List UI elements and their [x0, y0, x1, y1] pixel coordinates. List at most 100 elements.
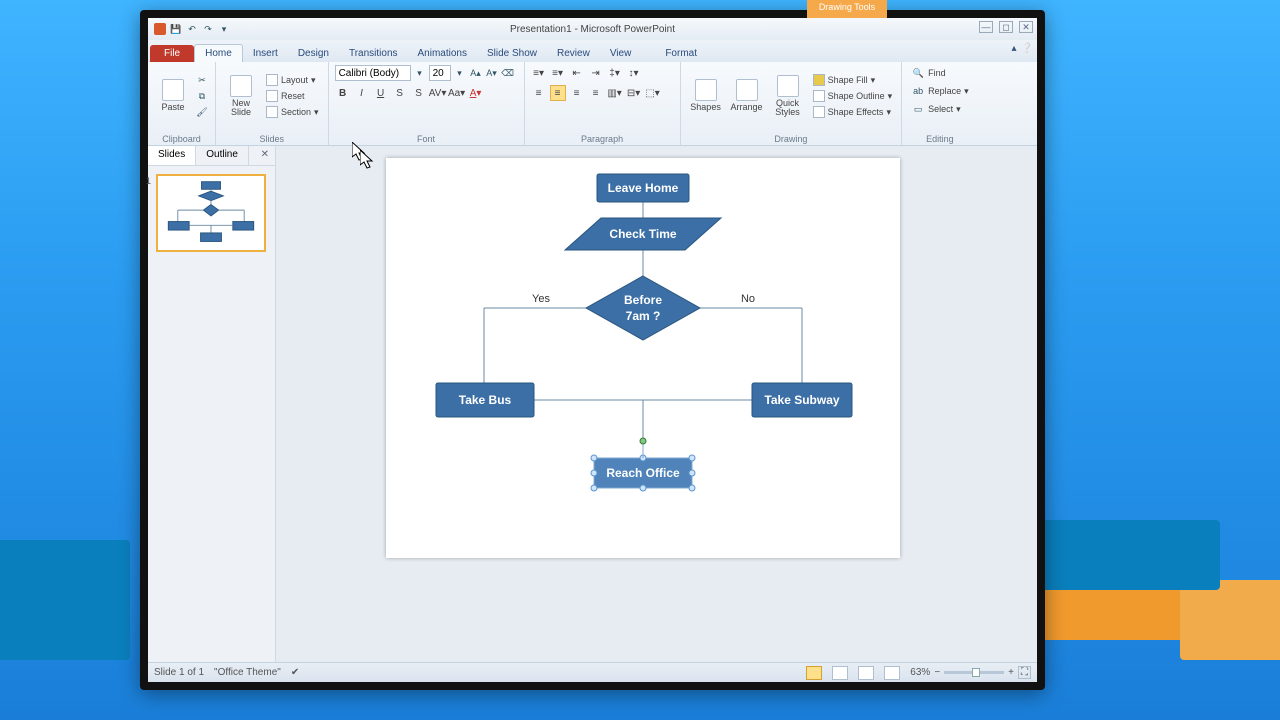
align-right-button[interactable]: ≡ [569, 85, 585, 101]
resize-handle[interactable] [640, 485, 646, 491]
find-button[interactable]: 🔍Find [908, 65, 972, 81]
grow-font-icon[interactable]: A▴ [469, 66, 483, 80]
align-left-button[interactable]: ≡ [531, 85, 547, 101]
qat-dropdown-icon[interactable]: ▾ [218, 23, 230, 35]
line-spacing-button[interactable]: ‡▾ [607, 65, 623, 81]
tab-transitions[interactable]: Transitions [339, 45, 408, 62]
case-button[interactable]: Aa▾ [449, 85, 465, 101]
underline-button[interactable]: U [373, 85, 389, 101]
resize-handle[interactable] [591, 470, 597, 476]
rotate-handle[interactable] [640, 438, 646, 444]
replace-button[interactable]: abReplace ▾ [908, 83, 972, 99]
numbering-button[interactable]: ≡▾ [550, 65, 566, 81]
sorter-view-button[interactable] [832, 666, 848, 680]
font-color-button[interactable]: A▾ [468, 85, 484, 101]
tab-slideshow[interactable]: Slide Show [477, 45, 547, 62]
align-center-button[interactable]: ≡ [550, 85, 566, 101]
zoom-control[interactable]: 63% − + ⛶ [910, 666, 1031, 679]
slide-thumbnail[interactable]: 1 [156, 174, 266, 252]
shapes-button[interactable]: Shapes [687, 65, 725, 127]
minimize-button[interactable]: — [979, 21, 993, 33]
align-text-button[interactable]: ⊟▾ [626, 85, 642, 101]
indent-button[interactable]: ⇥ [588, 65, 604, 81]
arrange-button[interactable]: Arrange [728, 65, 766, 127]
slide[interactable]: Leave Home Check Time Before 7am ? Yes N… [386, 158, 900, 558]
photo-frame: 💾 ↶ ↷ ▾ Presentation1 - Microsoft PowerP… [140, 10, 1045, 690]
bullets-button[interactable]: ≡▾ [531, 65, 547, 81]
chevron-down-icon[interactable]: ▾ [453, 66, 467, 80]
format-painter-icon[interactable]: 🖌 [195, 105, 209, 119]
redo-icon[interactable]: ↷ [202, 23, 214, 35]
desktop-decor [1180, 580, 1280, 660]
copy-icon[interactable]: ⧉ [195, 89, 209, 103]
tab-view[interactable]: View [600, 45, 642, 62]
spacing-button[interactable]: AV▾ [430, 85, 446, 101]
columns-button[interactable]: ▥▾ [607, 85, 623, 101]
minimize-ribbon-icon[interactable]: ▴ [1012, 43, 1017, 54]
sidebar-tab-outline[interactable]: Outline [196, 146, 249, 165]
resize-handle[interactable] [689, 470, 695, 476]
group-slides: New Slide Layout ▾ Reset Section ▾ Slide… [216, 62, 329, 145]
zoom-out-button[interactable]: − [934, 667, 940, 678]
chevron-down-icon[interactable]: ▾ [413, 66, 427, 80]
normal-view-button[interactable] [806, 666, 822, 680]
bold-button[interactable]: B [335, 85, 351, 101]
shape-decision[interactable] [586, 276, 700, 340]
tab-animations[interactable]: Animations [408, 45, 477, 62]
shrink-font-icon[interactable]: A▾ [485, 66, 499, 80]
close-button[interactable]: ✕ [1019, 21, 1033, 33]
shape-outline-button[interactable]: Shape Outline ▾ [810, 89, 896, 103]
tab-format[interactable]: Format [655, 45, 707, 62]
text-direction-button[interactable]: ↕▾ [626, 65, 642, 81]
resize-handle[interactable] [689, 455, 695, 461]
resize-handle[interactable] [689, 485, 695, 491]
strike-button[interactable]: S [392, 85, 408, 101]
slide-canvas[interactable]: Leave Home Check Time Before 7am ? Yes N… [276, 146, 1037, 662]
title-bar: 💾 ↶ ↷ ▾ Presentation1 - Microsoft PowerP… [148, 18, 1037, 40]
slideshow-view-button[interactable] [884, 666, 900, 680]
tab-home[interactable]: Home [194, 44, 243, 62]
tab-review[interactable]: Review [547, 45, 600, 62]
undo-icon[interactable]: ↶ [186, 23, 198, 35]
close-panel-button[interactable]: ✕ [255, 146, 275, 165]
slide-number: 1 [146, 176, 151, 186]
powerpoint-icon [154, 23, 166, 35]
tab-insert[interactable]: Insert [243, 45, 288, 62]
font-name-input[interactable] [335, 65, 411, 81]
shape-effects-button[interactable]: Shape Effects ▾ [810, 105, 896, 119]
shape-label: Take Bus [459, 393, 512, 407]
save-icon[interactable]: 💾 [170, 23, 182, 35]
resize-handle[interactable] [591, 485, 597, 491]
font-size-input[interactable] [429, 65, 451, 81]
layout-button[interactable]: Layout ▾ [263, 73, 322, 87]
italic-button[interactable]: I [354, 85, 370, 101]
select-button[interactable]: ▭Select ▾ [908, 101, 972, 117]
spellcheck-icon[interactable]: ✔ [291, 667, 299, 678]
shape-label: Check Time [609, 227, 676, 241]
desktop-decor [0, 540, 130, 660]
section-button[interactable]: Section ▾ [263, 105, 322, 119]
zoom-in-button[interactable]: + [1008, 667, 1014, 678]
smartart-button[interactable]: ⬚▾ [645, 85, 661, 101]
group-paragraph: ≡▾ ≡▾ ⇤ ⇥ ‡▾ ↕▾ ≡ ≡ ≡ ≡ ▥▾ ⊟▾ ⬚▾ Paragra [525, 62, 681, 145]
fit-window-button[interactable]: ⛶ [1018, 666, 1031, 679]
quick-styles-button[interactable]: Quick Styles [769, 65, 807, 127]
paste-button[interactable]: Paste [154, 65, 192, 127]
maximize-button[interactable]: ◻ [999, 21, 1013, 33]
shadow-button[interactable]: S [411, 85, 427, 101]
group-label: Slides [222, 134, 322, 144]
shape-fill-button[interactable]: Shape Fill ▾ [810, 73, 896, 87]
new-slide-button[interactable]: New Slide [222, 65, 260, 127]
tab-design[interactable]: Design [288, 45, 339, 62]
help-icon[interactable]: ❔ [1021, 43, 1033, 54]
resize-handle[interactable] [591, 455, 597, 461]
reset-button[interactable]: Reset [263, 89, 322, 103]
tab-file[interactable]: File [150, 45, 194, 62]
cut-icon[interactable]: ✂ [195, 73, 209, 87]
clear-format-icon[interactable]: ⌫ [501, 66, 515, 80]
sidebar-tab-slides[interactable]: Slides [148, 146, 196, 165]
reading-view-button[interactable] [858, 666, 874, 680]
justify-button[interactable]: ≡ [588, 85, 604, 101]
outdent-button[interactable]: ⇤ [569, 65, 585, 81]
zoom-slider[interactable] [944, 671, 1004, 674]
